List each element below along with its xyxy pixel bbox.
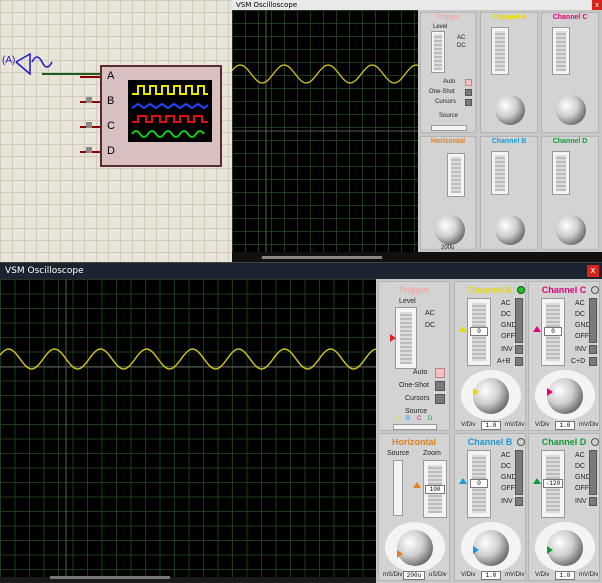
channel-a-inv-button[interactable] <box>515 345 523 354</box>
channel-b-position-slider[interactable]: 0 <box>467 450 491 518</box>
channel-b-inv-button[interactable] <box>515 497 523 506</box>
horizontal-source-slider[interactable] <box>393 460 403 516</box>
channel-c-section: Channel C 0 AC DC GND OFF INV C+D V/Div … <box>528 281 600 431</box>
control-panel: Trigger Level AC DC Auto One-Shot Cursor… <box>376 279 602 583</box>
component-icon-screen <box>128 80 212 142</box>
channel-d-section: Channel D -120 AC DC GND OFF INV V/Div 1… <box>528 433 600 581</box>
one-shot-label: One-Shot <box>399 382 429 389</box>
channel-c-sum-button[interactable] <box>589 357 597 366</box>
channel-a-sum-button[interactable] <box>515 357 523 366</box>
channel-d-value: 1.0 <box>555 571 575 580</box>
small-channel-c: Channel C <box>541 12 599 133</box>
channel-d-title: Channel D <box>541 437 587 447</box>
horizontal-source-label: Source <box>387 450 410 457</box>
small-control-panel: Trigger Level AC DC Auto One-Shot Cursor… <box>418 10 602 252</box>
auto-toggle[interactable] <box>435 368 445 378</box>
source-label: Source <box>405 408 428 415</box>
channel-d-position-slider[interactable]: -120 <box>541 450 565 518</box>
source-selector[interactable] <box>393 424 437 430</box>
close-button[interactable]: x <box>587 265 599 277</box>
channel-a-title: Channel A <box>467 285 513 295</box>
channel-a-value: 1.0 <box>481 421 501 430</box>
small-channel-a: Channel A <box>480 12 538 133</box>
channel-b-section: Channel B 0 AC DC GND OFF INV V/Div 1.0 … <box>454 433 526 581</box>
trigger-title: Trigger <box>398 285 430 295</box>
small-trigger-section: Trigger Level AC DC Auto One-Shot Cursor… <box>420 12 476 133</box>
pin-a-label: A <box>107 70 115 82</box>
channel-b-title: Channel B <box>467 437 513 447</box>
one-shot-button[interactable] <box>435 381 445 391</box>
zoom-slider[interactable]: 100 <box>423 460 447 518</box>
horizontal-scrollbar[interactable] <box>50 576 170 579</box>
channel-c-active-led <box>591 286 599 294</box>
cursors-label: Cursors <box>405 395 430 402</box>
auto-label: Auto <box>413 369 428 376</box>
trigger-dc-label: DC <box>425 322 436 329</box>
small-window-title: VSM Oscilloscope <box>232 0 602 10</box>
small-scrollbar[interactable] <box>262 256 382 259</box>
channel-a-active-led <box>517 286 525 294</box>
channel-a-position-slider[interactable]: 0 <box>467 298 491 366</box>
channel-d-coupling-switch[interactable] <box>589 450 597 495</box>
channel-a-section: Channel A 0 AC DC GND OFF INV A+B V/Div … <box>454 281 526 431</box>
channel-c-position-slider[interactable]: 0 <box>541 298 565 366</box>
channel-c-inv-button[interactable] <box>589 345 597 354</box>
pin-b-label: B <box>107 95 115 107</box>
level-label: Level <box>399 298 416 305</box>
timebase-knob[interactable] <box>397 530 433 566</box>
horizontal-zoom-label: Zoom <box>423 450 441 457</box>
small-close-button[interactable]: x <box>592 0 602 10</box>
window-title: VSM Oscilloscope <box>0 263 602 279</box>
probe-label: (A) <box>2 55 15 66</box>
small-channel-b: Channel B <box>480 136 538 250</box>
level-slider[interactable] <box>390 307 417 369</box>
channel-c-value: 1.0 <box>555 421 575 430</box>
horizontal-section: Horizontal Source Zoom 100 mS/Div 200u u… <box>378 433 450 581</box>
channel-b-value: 1.0 <box>481 571 501 580</box>
channel-d-inv-button[interactable] <box>589 497 597 506</box>
channel-d-active-led <box>591 438 599 446</box>
timebase-value: 200u <box>403 571 425 580</box>
ac-source-symbol: (A) <box>2 52 100 76</box>
small-scope-window[interactable]: VSM Oscilloscope x Trigger Level AC DC A… <box>232 0 602 262</box>
channel-b-coupling-switch[interactable] <box>515 450 523 495</box>
channel-c-volts-knob[interactable] <box>547 378 583 414</box>
scope-window[interactable]: VSM Oscilloscope x Trigger Level AC DC A… <box>0 262 602 583</box>
channel-c-coupling-switch[interactable] <box>589 298 597 343</box>
channel-a-coupling-switch[interactable] <box>515 298 523 343</box>
pin-c-label: C <box>107 120 115 132</box>
channel-c-title: Channel C <box>541 285 587 295</box>
scope-screen <box>0 279 376 577</box>
trigger-ac-label: AC <box>425 310 435 317</box>
schematic-canvas[interactable]: (A) A B C D <box>0 0 232 262</box>
cursors-button[interactable] <box>435 394 445 404</box>
channel-b-active-led <box>517 438 525 446</box>
horizontal-title: Horizontal <box>392 437 436 447</box>
small-horizontal-section: Horizontal 200u <box>420 136 476 251</box>
pin-d-label: D <box>107 145 115 157</box>
channel-a-volts-knob[interactable] <box>473 378 509 414</box>
trigger-section: Trigger Level AC DC Auto One-Shot Cursor… <box>378 281 450 431</box>
channel-a-trace <box>0 348 376 370</box>
small-channel-d: Channel D <box>541 136 599 250</box>
small-scope-screen <box>232 10 418 252</box>
